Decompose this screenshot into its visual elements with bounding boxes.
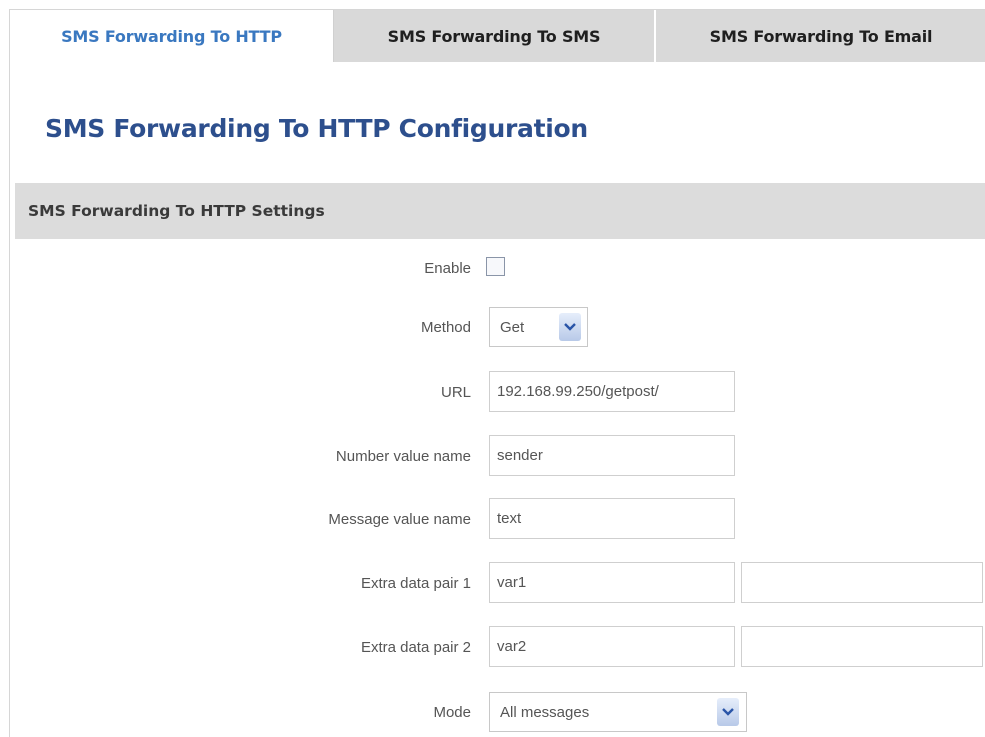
extra-data-pair-1-row: Extra data pair 1 var1 — [10, 561, 985, 605]
enable-row: Enable — [10, 246, 985, 290]
tab-sms-forwarding-to-sms[interactable]: SMS Forwarding To SMS — [334, 10, 656, 62]
method-select[interactable]: Get — [489, 307, 588, 347]
section-header: SMS Forwarding To HTTP Settings — [15, 183, 985, 239]
mode-value: All messages — [500, 703, 590, 721]
method-value: Get — [500, 318, 525, 336]
extra-data-pair-2-key-input[interactable]: var2 — [489, 626, 735, 667]
tab-sms-forwarding-to-http[interactable]: SMS Forwarding To HTTP — [10, 10, 334, 62]
method-label: Method — [420, 318, 471, 336]
number-value-name-label: Number value name — [335, 447, 471, 465]
extra-data-pair-1-value-input[interactable] — [741, 562, 983, 603]
mode-row: Mode All messages — [10, 690, 985, 734]
chevron-down-icon[interactable] — [559, 313, 581, 341]
extra-data-pair-1-label: Extra data pair 1 — [360, 574, 471, 592]
message-value-name-label: Message value name — [328, 510, 471, 528]
enable-checkbox[interactable] — [486, 257, 505, 276]
message-value-name-row: Message value name text — [10, 497, 985, 541]
config-panel: SMS Forwarding To HTTP SMS Forwarding To… — [9, 9, 985, 737]
message-value-name-input[interactable]: text — [489, 498, 735, 539]
number-value-name-row: Number value name sender — [10, 434, 985, 478]
url-row: URL 192.168.99.250/getpost/ — [10, 370, 985, 414]
method-row: Method Get — [10, 305, 985, 349]
tab-sms-forwarding-to-email[interactable]: SMS Forwarding To Email — [656, 10, 985, 62]
extra-data-pair-2-value-input[interactable] — [741, 626, 983, 667]
mode-label: Mode — [433, 703, 471, 721]
enable-label: Enable — [424, 259, 471, 277]
chevron-down-icon[interactable] — [717, 698, 739, 726]
extra-data-pair-2-row: Extra data pair 2 var2 — [10, 625, 985, 669]
extra-data-pair-1-key-input[interactable]: var1 — [489, 562, 735, 603]
url-label: URL — [440, 383, 471, 401]
tab-bar: SMS Forwarding To HTTP SMS Forwarding To… — [10, 10, 985, 62]
page-title: SMS Forwarding To HTTP Configuration — [45, 114, 588, 143]
number-value-name-input[interactable]: sender — [489, 435, 735, 476]
extra-data-pair-2-label: Extra data pair 2 — [360, 638, 471, 656]
url-input[interactable]: 192.168.99.250/getpost/ — [489, 371, 735, 412]
mode-select[interactable]: All messages — [489, 692, 747, 732]
